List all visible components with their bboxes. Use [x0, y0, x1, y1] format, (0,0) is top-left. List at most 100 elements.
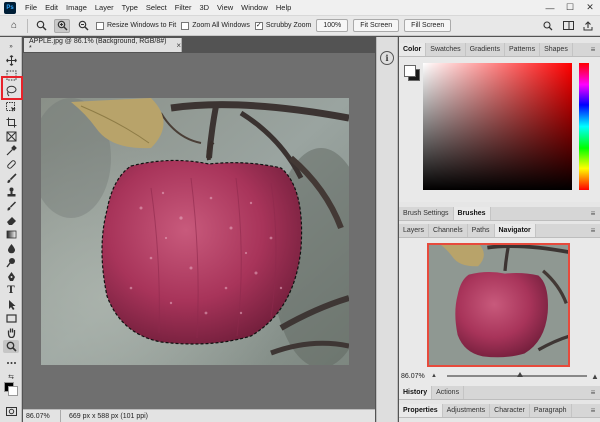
status-bar: 86.07% 669 px x 588 px (101 ppi) — [23, 409, 375, 422]
toolbar-collapse-icon[interactable]: » — [3, 40, 19, 53]
tab-brushes[interactable]: Brushes — [453, 207, 491, 220]
zoom-tool-preset-icon[interactable] — [33, 19, 49, 33]
checkbox-box[interactable] — [181, 21, 190, 30]
tool-highlight-frame — [1, 76, 23, 100]
dodge-tool-icon[interactable] — [3, 256, 19, 269]
menu-file[interactable]: File — [21, 0, 41, 16]
search-icon[interactable] — [540, 19, 556, 33]
panel-menu-icon[interactable]: ≡ — [586, 207, 600, 220]
tab-adjustments[interactable]: Adjustments — [443, 404, 491, 417]
menu-edit[interactable]: Edit — [41, 0, 62, 16]
pen-tool-icon[interactable] — [3, 270, 19, 283]
tab-actions[interactable]: Actions — [432, 386, 465, 399]
crop-tool-icon[interactable] — [3, 116, 19, 129]
color-foreground-swatch[interactable] — [404, 65, 416, 77]
tab-history[interactable]: History — [399, 386, 433, 399]
rectangle-tool-icon[interactable] — [3, 312, 19, 325]
navigator-zoom-controls: 86.07% ▲ ▲ — [399, 370, 600, 382]
fill-screen-button[interactable]: Fill Screen — [404, 19, 452, 32]
blur-tool-icon[interactable] — [3, 242, 19, 255]
tab-shapes[interactable]: Shapes — [540, 43, 573, 56]
tab-character[interactable]: Character — [490, 404, 530, 417]
options-right-icons — [540, 19, 600, 33]
tab-patterns[interactable]: Patterns — [505, 43, 541, 56]
menu-3d[interactable]: 3D — [195, 0, 213, 16]
tab-paragraph[interactable]: Paragraph — [530, 404, 572, 417]
close-document-icon[interactable]: × — [176, 41, 181, 50]
eraser-tool-icon[interactable] — [3, 214, 19, 227]
navigator-zoom-value[interactable]: 86.07% — [399, 373, 427, 380]
info-icon[interactable]: i — [380, 51, 394, 65]
divider — [27, 18, 28, 33]
panel-menu-icon[interactable]: ≡ — [586, 43, 600, 56]
history-brush-tool-icon[interactable] — [3, 200, 19, 213]
tab-brush-settings[interactable]: Brush Settings — [399, 207, 454, 220]
menu-bar: Ps File Edit Image Layer Type Select Fil… — [0, 0, 600, 16]
clone-stamp-tool-icon[interactable] — [3, 186, 19, 199]
menu-type[interactable]: Type — [118, 0, 142, 16]
panel-menu-icon[interactable]: ≡ — [586, 386, 600, 399]
tab-properties[interactable]: Properties — [399, 404, 443, 417]
hue-slider[interactable] — [579, 63, 589, 190]
navigator-panel-tabs: Layers Channels Paths Navigator ≡ — [399, 224, 600, 238]
menu-image[interactable]: Image — [62, 0, 91, 16]
navigator-view-box[interactable] — [427, 243, 570, 367]
tab-color[interactable]: Color — [399, 43, 427, 56]
background-color-swatch[interactable] — [8, 386, 18, 396]
navigator-zoom-slider[interactable] — [446, 372, 587, 377]
healing-brush-tool-icon[interactable] — [3, 158, 19, 171]
menu-select[interactable]: Select — [142, 0, 171, 16]
path-selection-tool-icon[interactable] — [3, 298, 19, 311]
menu-filter[interactable]: Filter — [171, 0, 196, 16]
tab-layers[interactable]: Layers — [399, 224, 430, 237]
tab-navigator[interactable]: Navigator — [494, 224, 536, 237]
menu-window[interactable]: Window — [237, 0, 272, 16]
panel-menu-icon[interactable]: ≡ — [586, 224, 600, 237]
share-icon[interactable] — [580, 19, 596, 33]
frame-tool-icon[interactable] — [3, 130, 19, 143]
tab-channels[interactable]: Channels — [429, 224, 468, 237]
minimize-button[interactable]: — — [540, 0, 560, 16]
quick-mask-icon[interactable] — [3, 405, 19, 418]
close-window-button[interactable]: ✕ — [580, 0, 600, 16]
object-selection-tool-icon[interactable] — [3, 101, 19, 114]
document-tab[interactable]: APPLE.jpg @ 86.1% (Background, RGB/8#) *… — [24, 38, 182, 52]
zoom-100-button[interactable]: 100% — [316, 19, 349, 32]
zoom-all-windows-checkbox[interactable]: Zoom All Windows — [181, 21, 250, 30]
tab-swatches[interactable]: Swatches — [426, 43, 466, 56]
zoom-tool-icon[interactable] — [3, 340, 19, 353]
checkbox-box[interactable] — [96, 21, 104, 30]
hand-tool-icon[interactable] — [3, 326, 19, 339]
zoom-out-icon[interactable] — [75, 19, 91, 33]
workspace-icon[interactable] — [560, 19, 576, 33]
zoom-in-mountain-icon[interactable]: ▲ — [591, 372, 599, 381]
document-title: APPLE.jpg @ 86.1% (Background, RGB/8#) * — [29, 38, 167, 52]
home-icon[interactable]: ⌂ — [6, 19, 22, 33]
fit-screen-button[interactable]: Fit Screen — [353, 19, 400, 32]
maximize-button[interactable]: ☐ — [560, 0, 580, 16]
scrubby-zoom-checkbox[interactable]: ✓ Scrubby Zoom — [254, 21, 312, 30]
brush-tool-icon[interactable] — [3, 172, 19, 185]
tab-gradients[interactable]: Gradients — [466, 43, 505, 56]
menu-layer[interactable]: Layer — [91, 0, 118, 16]
panel-menu-icon[interactable]: ≡ — [586, 404, 600, 417]
menu-view[interactable]: View — [213, 0, 237, 16]
move-tool-icon[interactable] — [3, 54, 19, 67]
slider-thumb[interactable] — [516, 372, 523, 377]
apple-photo[interactable] — [41, 98, 349, 365]
tab-paths[interactable]: Paths — [468, 224, 495, 237]
gradient-tool-icon[interactable] — [3, 228, 19, 241]
type-tool-icon[interactable]: T — [3, 284, 19, 297]
scrubby-zoom-label: Scrubby Zoom — [265, 22, 312, 29]
menu-help[interactable]: Help — [272, 0, 295, 16]
more-tools-icon[interactable] — [3, 356, 19, 369]
checkbox-checked[interactable]: ✓ — [254, 21, 263, 30]
resize-windows-checkbox[interactable]: Resize Windows to Fit — [96, 21, 176, 30]
document-dimensions: 669 px x 588 px (101 ppi) — [69, 412, 148, 420]
status-zoom-level[interactable]: 86.07% — [23, 410, 61, 422]
zoom-in-icon[interactable] — [54, 18, 70, 33]
zoom-out-mountain-icon[interactable]: ▲ — [431, 373, 437, 379]
eyedropper-tool-icon[interactable] — [3, 144, 19, 157]
brush-panel-tabs: Brush Settings Brushes ≡ — [399, 207, 600, 221]
color-picker-field[interactable] — [423, 63, 572, 190]
